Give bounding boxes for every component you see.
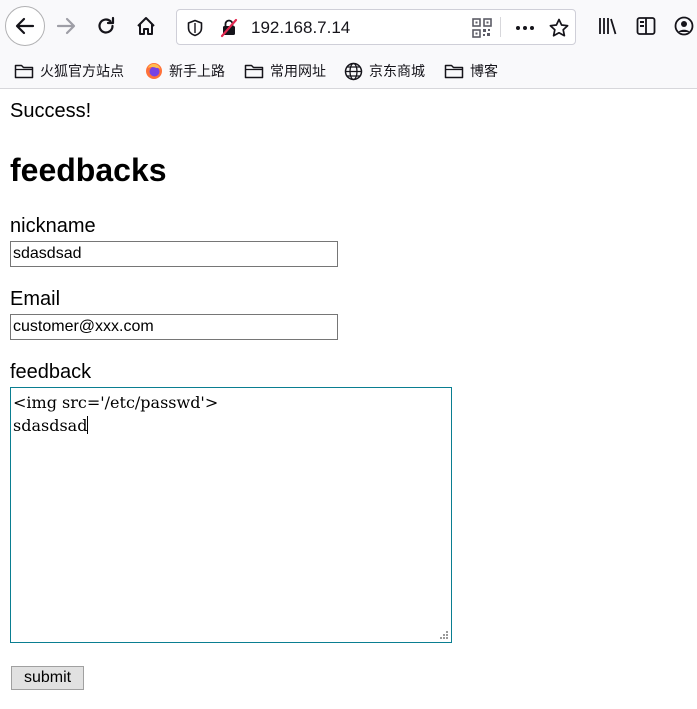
bookmark-label: 新手上路	[169, 64, 225, 80]
urlbar-divider	[500, 17, 501, 37]
bookmark-item[interactable]: 火狐官方站点	[14, 60, 124, 82]
tracking-protection-shield-icon[interactable]	[183, 16, 207, 40]
folder-icon	[444, 64, 464, 79]
arrow-right-icon	[56, 17, 76, 35]
feedback-label: feedback	[10, 361, 92, 383]
resize-grip-icon[interactable]	[440, 631, 449, 640]
bookmark-label: 博客	[470, 64, 498, 80]
globe-icon	[344, 62, 363, 80]
bookmark-item[interactable]: 常用网址	[244, 60, 326, 82]
status-message: Success!	[10, 100, 92, 122]
back-button[interactable]	[5, 6, 45, 46]
address-bar[interactable]: 192.168.7.14	[176, 9, 576, 45]
arrow-left-icon	[15, 17, 35, 35]
bookmark-label: 京东商城	[369, 64, 425, 80]
feedback-line: <img src='/etc/passwd'>	[13, 393, 219, 412]
submit-button[interactable]: submit	[11, 666, 84, 690]
bookmark-item[interactable]: 博客	[444, 60, 498, 82]
nickname-label: nickname	[10, 215, 96, 237]
text-caret	[87, 416, 89, 434]
nickname-input[interactable]	[10, 241, 338, 267]
folder-icon	[244, 64, 264, 79]
folder-icon	[14, 64, 34, 79]
library-icon[interactable]	[596, 14, 620, 38]
firefox-icon	[146, 63, 162, 79]
feedback-line: sdasdsad	[13, 416, 88, 435]
bookmark-star-icon[interactable]	[547, 16, 571, 40]
qr-code-icon[interactable]	[470, 16, 494, 40]
reload-button[interactable]	[86, 6, 126, 46]
bookmark-label: 火狐官方站点	[40, 64, 124, 80]
reload-icon	[98, 16, 115, 34]
bookmarks-toolbar: 火狐官方站点 新手上路 常用网址 京东商城 博客	[0, 56, 697, 86]
page-actions-more-icon[interactable]	[513, 16, 537, 40]
home-icon	[137, 17, 155, 35]
url-text[interactable]: 192.168.7.14	[251, 18, 350, 38]
page-title: feedbacks	[10, 152, 167, 188]
browser-toolbar: 192.168.7.14 火狐官方站点 新手上路 常用网址 京东商城 博客	[0, 0, 697, 89]
bookmark-item[interactable]: 京东商城	[344, 60, 425, 82]
bookmark-item[interactable]: 新手上路	[145, 60, 225, 82]
account-icon[interactable]	[672, 14, 696, 38]
feedback-textarea[interactable]: <img src='/etc/passwd'> sdasdsad	[10, 387, 452, 643]
home-button[interactable]	[126, 6, 166, 46]
email-input[interactable]	[10, 314, 338, 340]
insecure-lock-icon[interactable]	[217, 16, 241, 40]
bookmark-label: 常用网址	[270, 64, 326, 80]
email-label: Email	[10, 288, 61, 310]
forward-button[interactable]	[46, 6, 86, 46]
sidebar-icon[interactable]	[634, 14, 658, 38]
